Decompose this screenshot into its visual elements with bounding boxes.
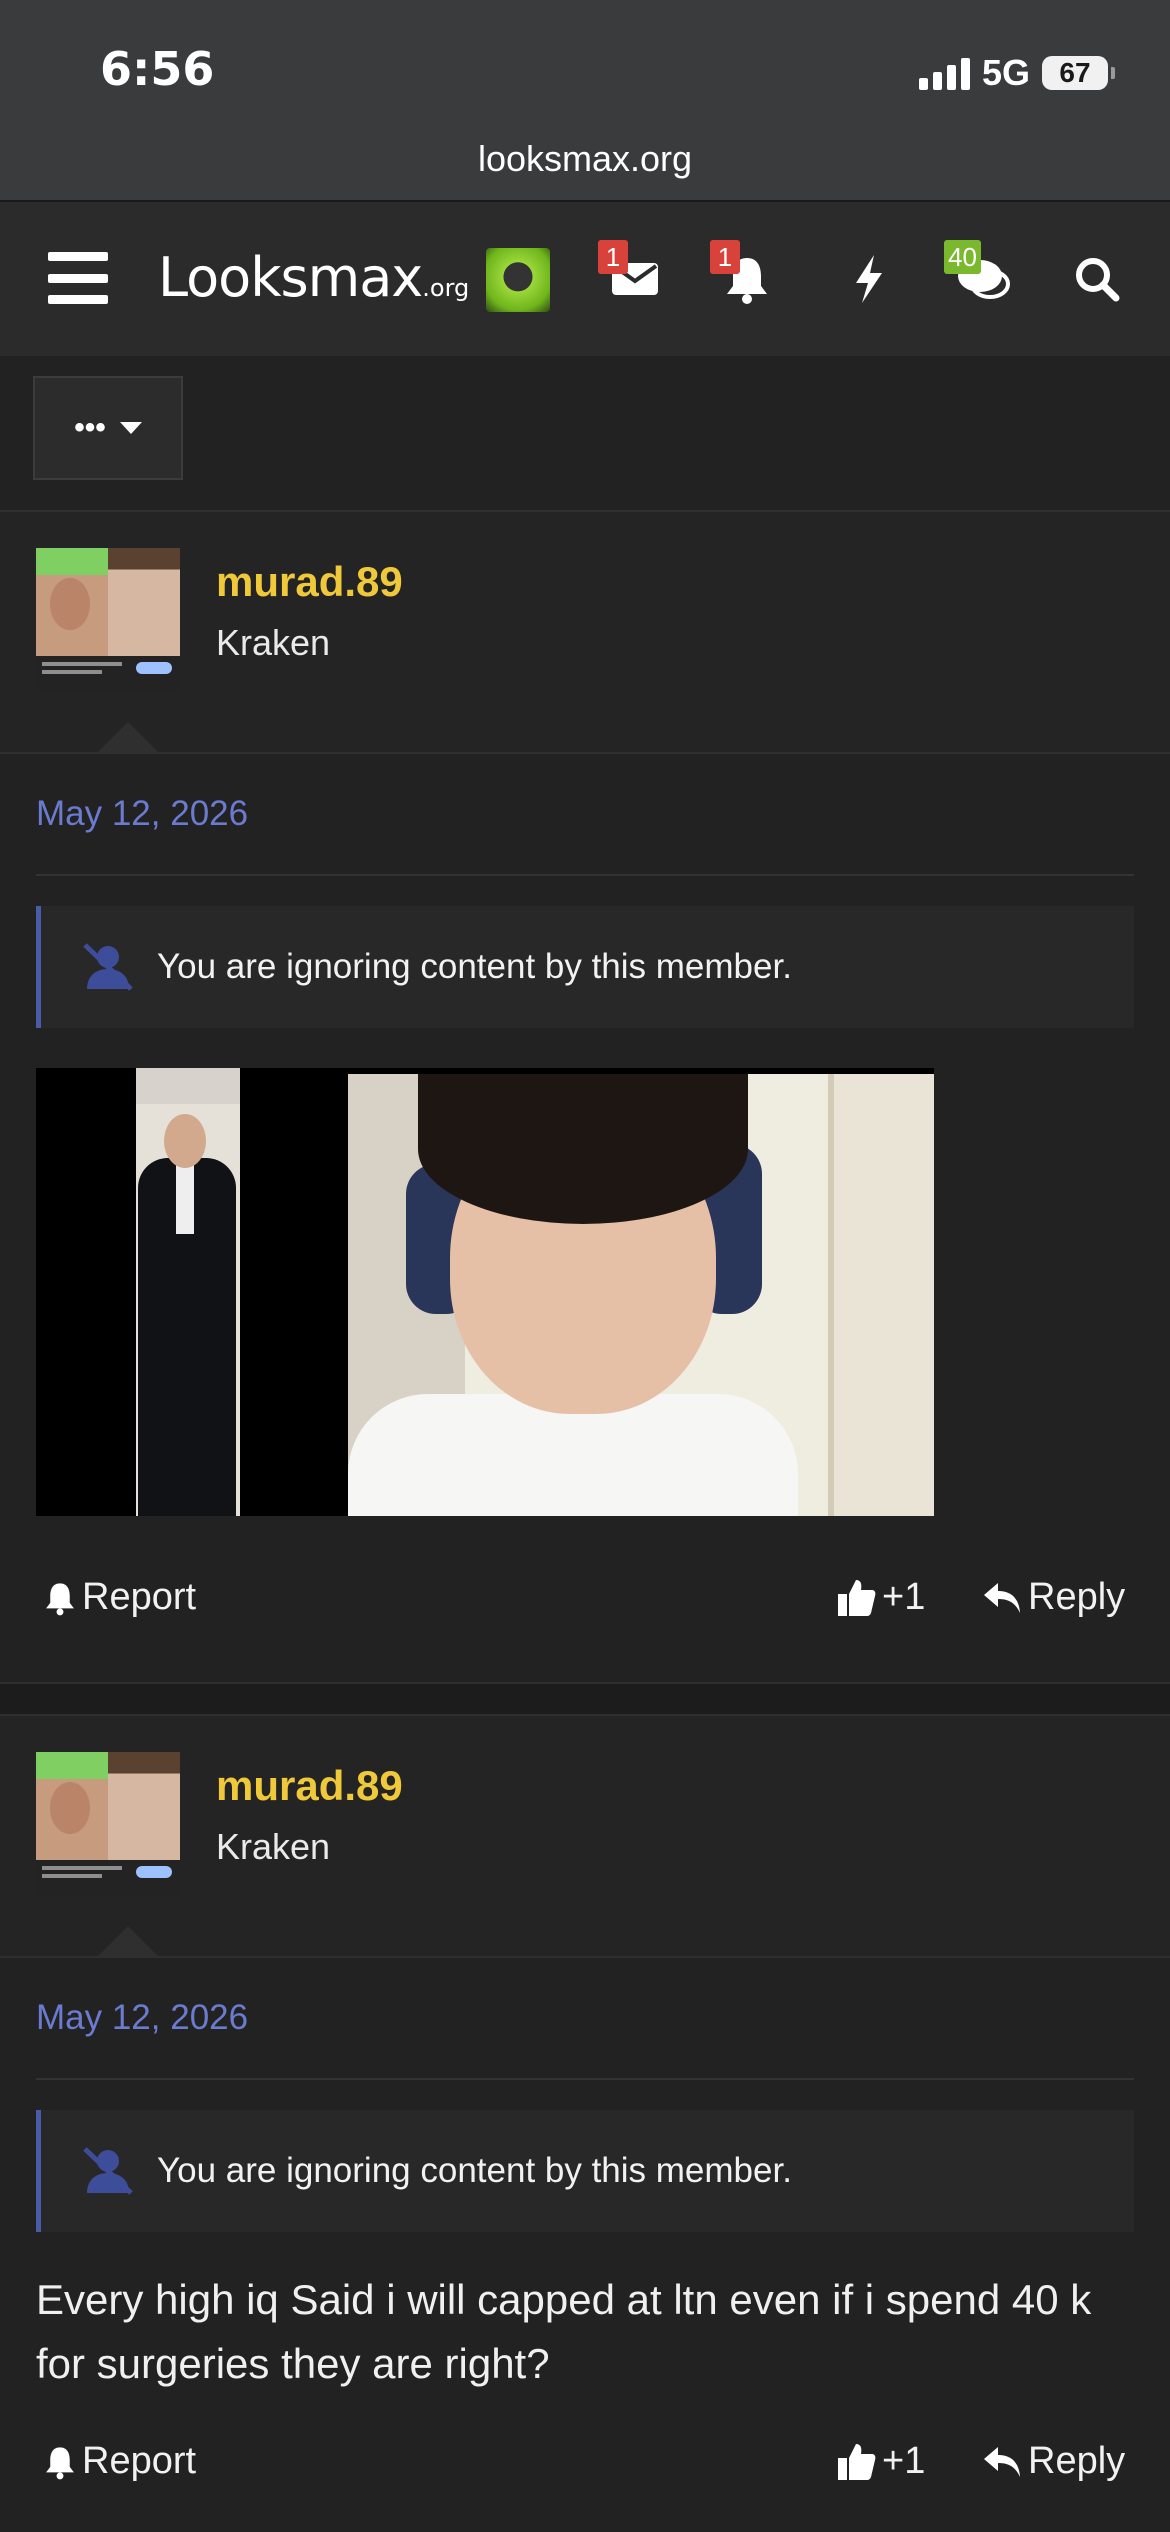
more-options-button[interactable]: ••• [33, 376, 183, 480]
inbox-button[interactable]: 1 [598, 240, 670, 314]
account-avatar[interactable] [486, 248, 550, 312]
divider [36, 2078, 1134, 2080]
muted-user-icon [83, 2147, 133, 2195]
post-date-link[interactable]: May 12, 2026 [36, 794, 248, 834]
post-actions: Report +1 Reply [0, 2440, 1170, 2500]
like-button[interactable]: +1 [836, 1576, 925, 1619]
post-attachment-image[interactable] [36, 1068, 934, 1516]
clock: 6:56 [100, 42, 215, 96]
thumbs-up-icon [838, 1579, 876, 1616]
report-label: Report [82, 2440, 197, 2482]
suit-photo [136, 1068, 240, 1516]
user-title: Kraken [216, 622, 331, 663]
inbox-badge: 1 [598, 240, 628, 274]
username-link[interactable]: murad.89 [216, 558, 403, 606]
post-actions: Report +1 Reply [0, 1576, 1170, 1636]
report-label: Report [82, 1576, 197, 1618]
reply-label: Reply [1028, 2440, 1126, 2482]
status-indicators: 5G 67 [918, 52, 1115, 94]
menu-icon[interactable] [48, 252, 108, 304]
address-bar-url[interactable]: looksmax.org [0, 138, 1170, 180]
battery-level: 67 [1059, 57, 1091, 88]
post-body-text: Every high iq Said i will capped at ltn … [36, 2276, 1092, 2387]
message-arrow [98, 722, 158, 752]
avatar[interactable] [36, 548, 180, 692]
like-count: +1 [882, 1576, 926, 1618]
divider [0, 1956, 1170, 1958]
whats-new-button[interactable] [834, 244, 904, 314]
site-logo[interactable]: Looksmax.org [158, 246, 469, 309]
reply-arrow-icon [984, 1582, 1020, 1613]
bell-icon [46, 2446, 74, 2479]
post-separator [0, 1682, 1170, 1716]
thread-content: ••• murad.89 Kraken May 12, 2026 You are… [0, 356, 1170, 2532]
report-button[interactable]: Report [44, 1576, 196, 1619]
search-icon [1076, 258, 1120, 302]
muted-user-icon [83, 943, 133, 991]
alerts-badge: 1 [710, 240, 740, 274]
divider [36, 874, 1134, 876]
reply-button[interactable]: Reply [982, 1576, 1125, 1619]
site-navbar: Looksmax.org 1 1 40 [0, 200, 1170, 356]
selfie-photo [348, 1074, 934, 1516]
like-button[interactable]: +1 [836, 2440, 925, 2483]
post-date-link[interactable]: May 12, 2026 [36, 1998, 248, 2038]
user-title: Kraken [216, 1826, 331, 1867]
bell-icon [46, 1582, 74, 1615]
bolt-icon [856, 255, 882, 303]
conversations-badge: 40 [944, 240, 981, 274]
logo-suffix: .org [422, 274, 470, 302]
ignored-notice-text: You are ignoring content by this member. [157, 947, 792, 986]
chevron-down-icon [119, 422, 142, 434]
username-link[interactable]: murad.89 [216, 1762, 403, 1810]
search-button[interactable] [1062, 244, 1132, 314]
like-count: +1 [882, 2440, 926, 2482]
reply-label: Reply [1028, 1576, 1126, 1618]
battery-icon: 67 [1042, 56, 1115, 90]
post-author-header: murad.89 Kraken [0, 512, 1170, 752]
ignored-content-notice[interactable]: You are ignoring content by this member. [36, 2110, 1134, 2232]
post-author-header: murad.89 Kraken [0, 1716, 1170, 1956]
avatar[interactable] [36, 1752, 180, 1896]
thumbs-up-icon [838, 2443, 876, 2480]
network-type: 5G [981, 52, 1030, 93]
message-arrow [98, 1926, 158, 1956]
status-bar: 6:56 5G 67 looksmax.org [0, 0, 1170, 200]
conversations-button[interactable]: 40 [944, 240, 1018, 314]
reply-arrow-icon [984, 2446, 1020, 2477]
signal-icon [918, 56, 970, 90]
ignored-notice-text: You are ignoring content by this member. [157, 2151, 792, 2190]
alerts-button[interactable]: 1 [710, 240, 782, 314]
ignored-content-notice[interactable]: You are ignoring content by this member. [36, 906, 1134, 1028]
reply-button[interactable]: Reply [982, 2440, 1125, 2483]
logo-main: Looksmax [158, 246, 423, 309]
more-options-label: ••• [74, 411, 106, 444]
divider [0, 752, 1170, 754]
report-button[interactable]: Report [44, 2440, 196, 2483]
